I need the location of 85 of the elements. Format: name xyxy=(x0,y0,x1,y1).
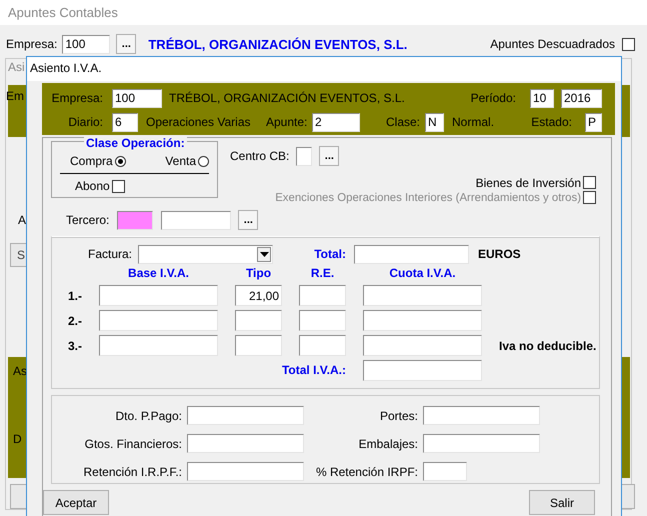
cuota-field[interactable] xyxy=(363,285,482,306)
partial-label: As xyxy=(13,364,28,378)
radio-button[interactable] xyxy=(114,156,126,166)
browse-button[interactable]: ... xyxy=(116,34,136,54)
clase-field[interactable]: N xyxy=(425,112,444,132)
checkbox[interactable] xyxy=(112,180,125,192)
column-header: Cuota I.V.A. xyxy=(388,266,457,281)
cuota-field[interactable] xyxy=(363,310,482,331)
tercero-label: Tercero: xyxy=(66,213,110,227)
radio-button[interactable] xyxy=(198,156,209,166)
field-label: Retención I.R.P.F.: xyxy=(82,464,182,478)
dialog-title: Asiento I.V.A. xyxy=(27,57,621,81)
column-header: R.E. xyxy=(310,266,336,281)
re-field[interactable] xyxy=(299,310,346,331)
field-label: Dto. P.Pago: xyxy=(114,408,182,422)
column-header: Tipo xyxy=(244,266,272,281)
base-field[interactable] xyxy=(99,335,218,356)
clase-label: Clase: xyxy=(386,115,420,129)
input-field[interactable] xyxy=(187,406,304,425)
field-label: Gtos. Financieros: xyxy=(84,436,182,450)
estado-label: Estado: xyxy=(531,115,572,129)
apunte-field[interactable]: 2 xyxy=(312,112,360,132)
month-field[interactable]: 10 xyxy=(530,88,554,108)
centro-field[interactable] xyxy=(296,146,312,166)
year-field[interactable]: 2016 xyxy=(561,88,602,108)
group-title: Clase Operación: xyxy=(84,136,187,150)
centro-label: Centro CB: xyxy=(230,149,290,163)
diario-name: Operaciones Varias xyxy=(146,115,252,129)
tercero-name-field[interactable] xyxy=(161,210,232,230)
partial-label: D xyxy=(13,432,22,446)
abono-label: Abono xyxy=(75,179,110,193)
dialog-button[interactable]: Salir xyxy=(529,490,595,515)
input-field[interactable] xyxy=(423,406,540,425)
total-iva-label: Total I.V.A.: xyxy=(280,362,346,376)
checkbox[interactable] xyxy=(583,176,596,189)
periodo-label: Período: xyxy=(470,91,516,105)
cuota-field[interactable] xyxy=(363,335,482,356)
currency-label: EUROS xyxy=(478,247,521,261)
input-field[interactable] xyxy=(187,434,304,453)
re-field[interactable] xyxy=(299,285,346,306)
column-header: Base I.V.A. xyxy=(127,266,190,281)
empresa-field[interactable]: 100 xyxy=(62,34,110,54)
partial-label: Asi xyxy=(8,60,25,74)
empresa-label: Empresa: xyxy=(50,91,103,105)
base-field[interactable] xyxy=(99,285,218,306)
base-field[interactable] xyxy=(99,310,218,331)
clase-name: Normal. xyxy=(452,115,494,129)
checkbox-label: Bienes de Inversión xyxy=(476,176,581,190)
browse-button[interactable]: ... xyxy=(319,146,340,166)
apunte-label: Apunte: xyxy=(266,115,306,129)
empresa-field[interactable]: 100 xyxy=(112,88,162,108)
partial-label: A xyxy=(18,213,26,227)
input-field[interactable] xyxy=(423,462,467,481)
radio-label: Venta xyxy=(165,154,196,168)
browse-button[interactable]: ... xyxy=(238,210,258,230)
total-label: Total: xyxy=(313,247,346,261)
factura-label: Factura: xyxy=(86,247,132,261)
row-label: 1.- xyxy=(66,288,82,302)
diario-label: Diario: xyxy=(67,115,103,129)
empresa-label: Empresa: xyxy=(6,37,58,51)
tipo-field[interactable]: 21,00 xyxy=(235,285,282,306)
company-name: TRÉBOL, ORGANIZACIÓN EVENTOS, S.L. xyxy=(148,36,408,52)
descuadrados-label: Apuntes Descuadrados xyxy=(490,37,615,51)
field-label: Portes: xyxy=(378,408,418,422)
window-title: Apuntes Contables xyxy=(0,0,647,25)
total-field[interactable] xyxy=(354,244,469,264)
input-field[interactable] xyxy=(187,462,304,481)
diario-field[interactable]: 6 xyxy=(112,112,138,132)
note-label: Iva no deducible. xyxy=(499,338,598,352)
row-label: 2.- xyxy=(66,314,82,328)
field-label: Embalajes: xyxy=(358,436,418,450)
estado-field[interactable]: P xyxy=(585,112,602,132)
company-name: TRÉBOL, ORGANIZACIÓN EVENTOS, S.L. xyxy=(169,91,405,105)
tercero-code-field[interactable] xyxy=(117,210,154,230)
dialog-button[interactable]: Aceptar xyxy=(43,490,109,515)
tipo-field[interactable] xyxy=(235,335,282,356)
checkbox[interactable] xyxy=(622,38,635,50)
radio-label: Compra xyxy=(70,154,113,168)
field-label: % Retención IRPF: xyxy=(314,464,418,478)
tipo-field[interactable] xyxy=(235,310,282,331)
input-field[interactable] xyxy=(423,434,540,453)
total-iva-field[interactable] xyxy=(363,360,482,381)
checkbox-label: Exenciones Operaciones Interiores (Arrendamientos y otros) xyxy=(275,192,581,204)
row-label: 3.- xyxy=(66,338,82,352)
re-field[interactable] xyxy=(299,335,346,356)
